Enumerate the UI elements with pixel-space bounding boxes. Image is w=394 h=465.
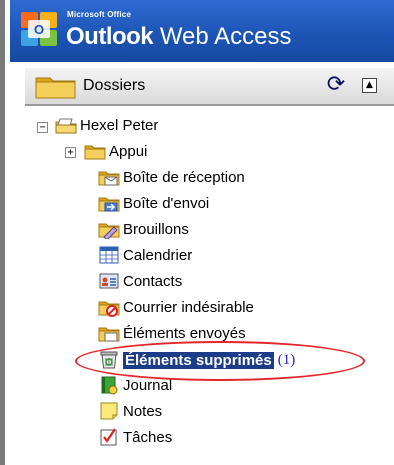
folder-label-sent: Éléments envoyés [123, 324, 246, 342]
tree-item-outbox[interactable]: Boîte d'envoi [98, 192, 209, 214]
folder-icon [84, 145, 106, 160]
notes-icon [100, 402, 118, 420]
contacts-icon [99, 273, 119, 289]
collapse-mailbox-icon[interactable]: − [37, 122, 48, 133]
folder-label-contacts: Contacts [123, 272, 183, 290]
folder-label-calendar: Calendrier [123, 246, 193, 264]
folder-label-appui: Appui [109, 142, 148, 160]
deleted-items-icon [100, 351, 118, 369]
folder-tree: − Hexel Peter + Appui Boîte de réception… [5, 0, 394, 465]
tree-item-drafts[interactable]: Brouillons [98, 218, 189, 240]
folder-label-junk: Courrier indésirable [123, 298, 254, 316]
drafts-icon [98, 223, 120, 239]
tree-item-calendar[interactable]: Calendrier [98, 244, 192, 266]
unread-count-badge: (1) [277, 351, 296, 368]
folder-label-inbox: Boîte de réception [123, 168, 245, 186]
junk-mail-icon [98, 301, 120, 317]
sent-items-icon [98, 327, 120, 342]
tree-item-junk[interactable]: Courrier indésirable [98, 296, 254, 318]
mailbox-icon [55, 118, 77, 134]
folder-label-outbox: Boîte d'envoi [123, 194, 210, 212]
calendar-icon [99, 246, 119, 264]
expand-appui-icon[interactable]: + [65, 147, 76, 158]
tree-item-journal[interactable]: Journal [98, 374, 172, 396]
owa-frame: O Microsoft Office Outlook Web Access Do… [0, 0, 394, 465]
tree-item-notes[interactable]: Notes [98, 400, 162, 422]
tasks-icon [100, 428, 117, 446]
outbox-icon [98, 197, 120, 212]
folder-label-drafts: Brouillons [123, 220, 189, 238]
tree-item-mailbox[interactable]: Hexel Peter [55, 114, 158, 136]
tree-item-tasks[interactable]: Tâches [98, 426, 172, 448]
mailbox-label: Hexel Peter [80, 116, 159, 134]
folder-label-deleted: Éléments supprimés [123, 351, 274, 369]
tree-item-appui[interactable]: Appui [84, 140, 147, 162]
tree-item-sent[interactable]: Éléments envoyés [98, 322, 246, 344]
folder-label-journal: Journal [123, 376, 173, 394]
journal-icon [101, 376, 118, 395]
tree-item-deleted[interactable]: Éléments supprimés (1) [98, 349, 295, 371]
tree-item-contacts[interactable]: Contacts [98, 270, 182, 292]
folder-label-notes: Notes [123, 402, 163, 420]
tree-item-inbox[interactable]: Boîte de réception [98, 166, 245, 188]
inbox-icon [98, 171, 120, 186]
folder-label-tasks: Tâches [123, 428, 173, 446]
